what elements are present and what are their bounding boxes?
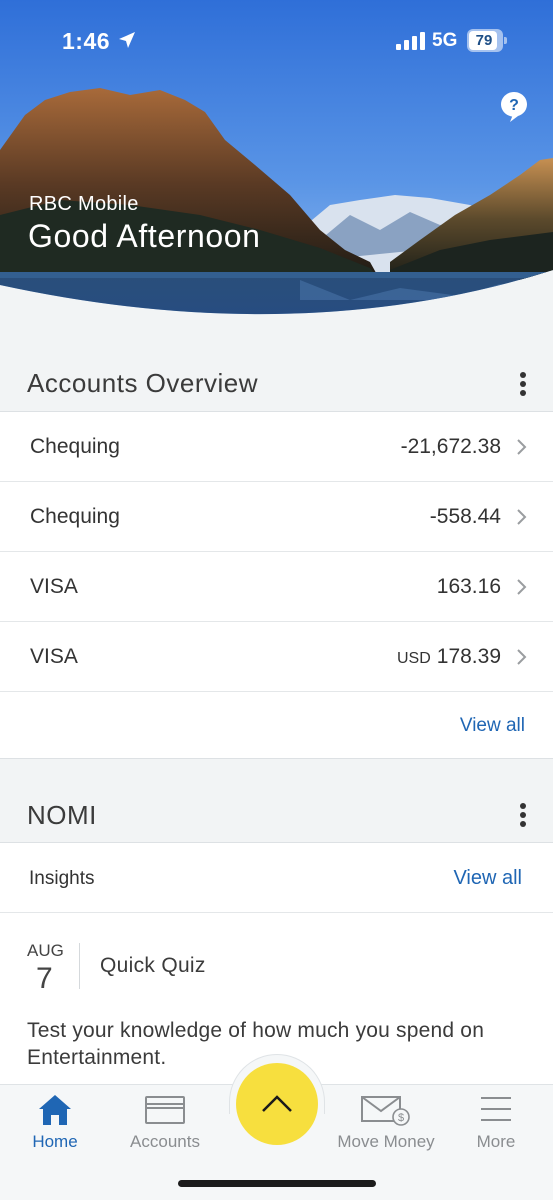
hero-banner: 1:46 5G 79 ? RBC Mobile Good Afternoon (0, 0, 553, 332)
account-name: VISA (30, 645, 78, 668)
nomi-title: NOMI (27, 800, 97, 830)
home-icon (39, 1095, 71, 1125)
chevron-right-icon (517, 509, 527, 525)
accounts-overview-title: Accounts Overview (27, 368, 259, 398)
app-name: RBC Mobile (29, 193, 139, 215)
tab-move-money-label: Move Money (337, 1132, 435, 1151)
account-currency: USD (396, 650, 431, 667)
tab-more-label: More (476, 1132, 516, 1151)
account-row[interactable]: Chequing -558.44 (0, 482, 553, 552)
account-row[interactable]: Chequing -21,672.38 (0, 412, 553, 482)
account-name: Chequing (30, 435, 120, 458)
tab-move-money[interactable]: $ Move Money (331, 1085, 441, 1165)
chevron-right-icon (517, 649, 527, 665)
status-bar: 1:46 5G 79 (0, 0, 553, 84)
accounts-view-all-link[interactable]: View all (460, 715, 525, 737)
svg-text:$: $ (398, 1112, 404, 1124)
account-name: VISA (30, 575, 78, 598)
menu-icon (481, 1097, 511, 1121)
insight-title[interactable]: Quick Quiz (100, 954, 206, 978)
tab-accounts-label: Accounts (130, 1132, 200, 1151)
chevron-right-icon (517, 579, 527, 595)
divider (79, 943, 80, 989)
insight-date-month: AUG (27, 941, 64, 960)
quick-actions-button[interactable] (236, 1063, 318, 1145)
status-time: 1:46 (62, 28, 111, 54)
insight-date-day: 7 (36, 962, 53, 995)
tab-more[interactable]: More (441, 1085, 551, 1165)
card-icon (145, 1096, 185, 1124)
nomi-more-options-icon[interactable] (512, 801, 534, 829)
divider (0, 912, 553, 913)
svg-text:?: ? (509, 97, 519, 114)
account-name: Chequing (30, 505, 120, 528)
tab-home-label: Home (32, 1132, 78, 1151)
accounts-more-options-icon[interactable] (512, 370, 534, 398)
envelope-dollar-icon: $ (361, 1096, 410, 1126)
location-arrow-icon (119, 32, 135, 48)
chevron-up-icon (262, 1095, 292, 1112)
insights-view-all-link[interactable]: View all (453, 867, 522, 890)
home-screen: 1:46 5G 79 ? RBC Mobile Good Afternoon A… (0, 0, 553, 1200)
account-balance: 163.16 (436, 575, 501, 598)
chevron-right-icon (517, 439, 527, 455)
account-balance: USD 178.39 (396, 645, 501, 668)
account-row[interactable]: VISA USD 178.39 (0, 622, 553, 692)
greeting-title: Good Afternoon (28, 218, 261, 254)
battery-level: 79 (475, 32, 493, 49)
accounts-overview-header: Accounts Overview (0, 352, 553, 412)
help-bubble-icon[interactable]: ? (500, 91, 528, 123)
tab-accounts[interactable]: Accounts (110, 1085, 220, 1165)
tab-home[interactable]: Home (0, 1085, 110, 1165)
battery-icon: 79 (467, 29, 507, 52)
home-indicator[interactable] (178, 1180, 376, 1187)
insights-label: Insights (29, 868, 95, 889)
accounts-card: Chequing -21,672.38 Chequing -558.44 VIS… (0, 411, 553, 759)
account-balance: -21,672.38 (400, 435, 501, 458)
nomi-header: NOMI (0, 784, 553, 844)
cellular-signal-icon (396, 32, 425, 50)
account-row[interactable]: VISA 163.16 (0, 552, 553, 622)
account-balance: -558.44 (429, 505, 501, 528)
network-type: 5G (432, 30, 458, 51)
